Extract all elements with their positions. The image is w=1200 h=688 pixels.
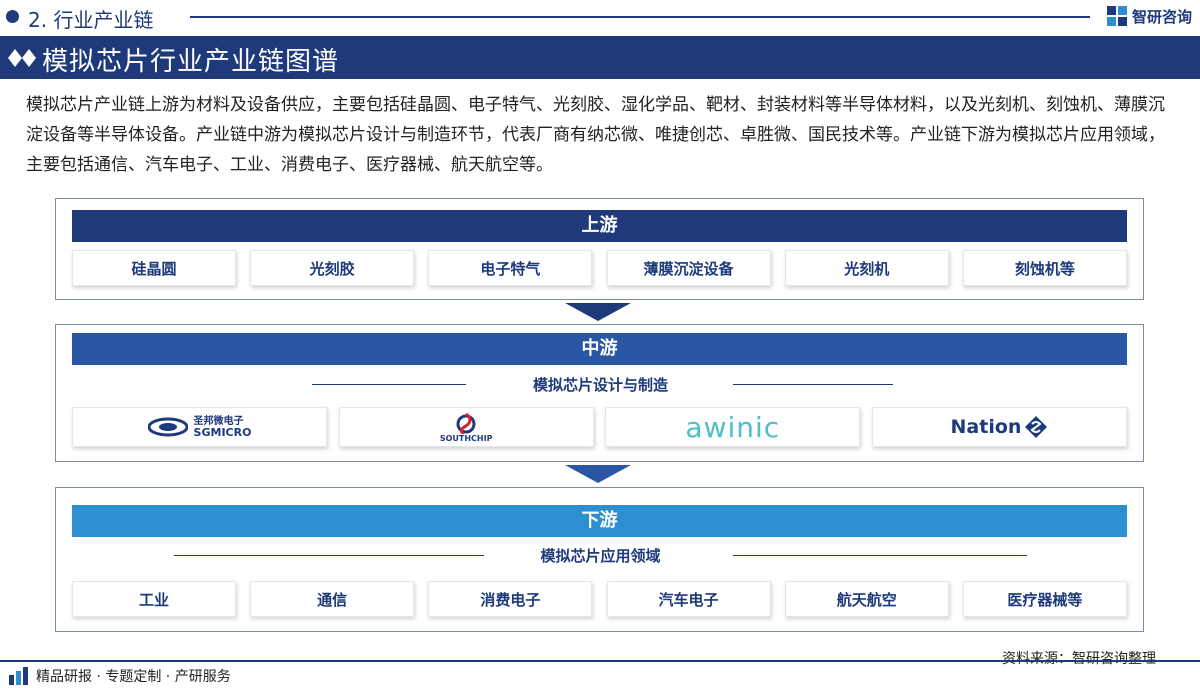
upstream-item: 硅晶圆: [72, 250, 236, 286]
midstream-header: 中游: [72, 333, 1127, 365]
midstream-subtitle-row: 模拟芯片设计与制造: [56, 373, 1145, 397]
awinic-text: awinic: [685, 410, 781, 444]
page-title: 模拟芯片行业产业链图谱: [42, 47, 340, 77]
top-bar: 2. 行业产业链 智研咨询: [0, 0, 1200, 34]
downstream-item: 工业: [72, 581, 236, 617]
upstream-item: 光刻胶: [250, 250, 415, 286]
section-heading: 2. 行业产业链: [28, 8, 154, 32]
sgmicro-logo-icon: [147, 417, 188, 437]
bottom-divider: [0, 660, 1200, 662]
flow-arrow-down-icon: [565, 303, 631, 321]
diamond-icon: [8, 49, 36, 67]
chart-bars-icon: [9, 667, 28, 685]
midstream-panel: 中游 模拟芯片设计与制造 圣邦微电子 SGMICRO SOUTHCHIP awi…: [55, 324, 1144, 462]
downstream-item: 医疗器械等: [962, 581, 1127, 617]
upstream-item: 电子特气: [428, 250, 593, 286]
logo-awinic: awinic: [605, 407, 861, 447]
title-bar: 模拟芯片行业产业链图谱: [0, 36, 1200, 79]
southchip-text: SOUTHCHIP: [439, 433, 493, 443]
downstream-items: 工业 通信 消费电子 汽车电子 航天航空 医疗器械等: [72, 581, 1127, 617]
midstream-logos: 圣邦微电子 SGMICRO SOUTHCHIP awinic Nation: [72, 407, 1127, 447]
logo-sgmicro: 圣邦微电子 SGMICRO: [72, 407, 327, 447]
nation-text: Nation: [950, 416, 1022, 438]
upstream-items: 硅晶圆 光刻胶 电子特气 薄膜沉淀设备 光刻机 刻蚀机等: [72, 250, 1127, 286]
sgmicro-en: SGMICRO: [193, 426, 252, 439]
intro-paragraph: 模拟芯片产业链上游为材料及设备供应，主要包括硅晶圆、电子特气、光刻胶、湿化学品、…: [26, 95, 1165, 175]
downstream-subtitle-row: 模拟芯片应用领域: [56, 544, 1145, 568]
upstream-item: 刻蚀机等: [962, 250, 1127, 286]
brand-logo: 智研咨询: [1106, 5, 1192, 27]
upstream-panel: 上游 硅晶圆 光刻胶 电子特气 薄膜沉淀设备 光刻机 刻蚀机等: [55, 198, 1144, 300]
flow-arrow-down-icon: [565, 465, 631, 483]
downstream-item: 汽车电子: [606, 581, 771, 617]
footer-slogan: 精品研报 · 专题定制 · 产研服务: [36, 669, 231, 685]
upstream-header: 上游: [72, 210, 1127, 242]
midstream-subtitle: 模拟芯片设计与制造: [532, 376, 668, 394]
upstream-item: 光刻机: [784, 250, 949, 286]
downstream-panel: 下游 模拟芯片应用领域 工业 通信 消费电子 汽车电子 航天航空 医疗器械等: [55, 487, 1144, 632]
top-divider: [190, 16, 1090, 18]
nation-logo-icon: [1025, 416, 1048, 438]
downstream-item: 通信: [250, 581, 415, 617]
downstream-header: 下游: [72, 505, 1127, 537]
downstream-item: 航天航空: [784, 581, 949, 617]
footer: 精品研报 · 专题定制 · 产研服务: [8, 665, 231, 687]
section-bullet-icon: [6, 10, 19, 23]
brand-mark-icon: [1107, 6, 1127, 26]
downstream-subtitle: 模拟芯片应用领域: [540, 547, 661, 565]
logo-nation: Nation: [871, 407, 1127, 447]
southchip-logo-icon: [456, 412, 476, 434]
brand-name: 智研咨询: [1132, 7, 1193, 26]
logo-southchip: SOUTHCHIP: [338, 407, 594, 447]
upstream-item: 薄膜沉淀设备: [606, 250, 771, 286]
source-note: 资料来源：智研咨询整理: [1002, 651, 1156, 667]
downstream-item: 消费电子: [428, 581, 593, 617]
